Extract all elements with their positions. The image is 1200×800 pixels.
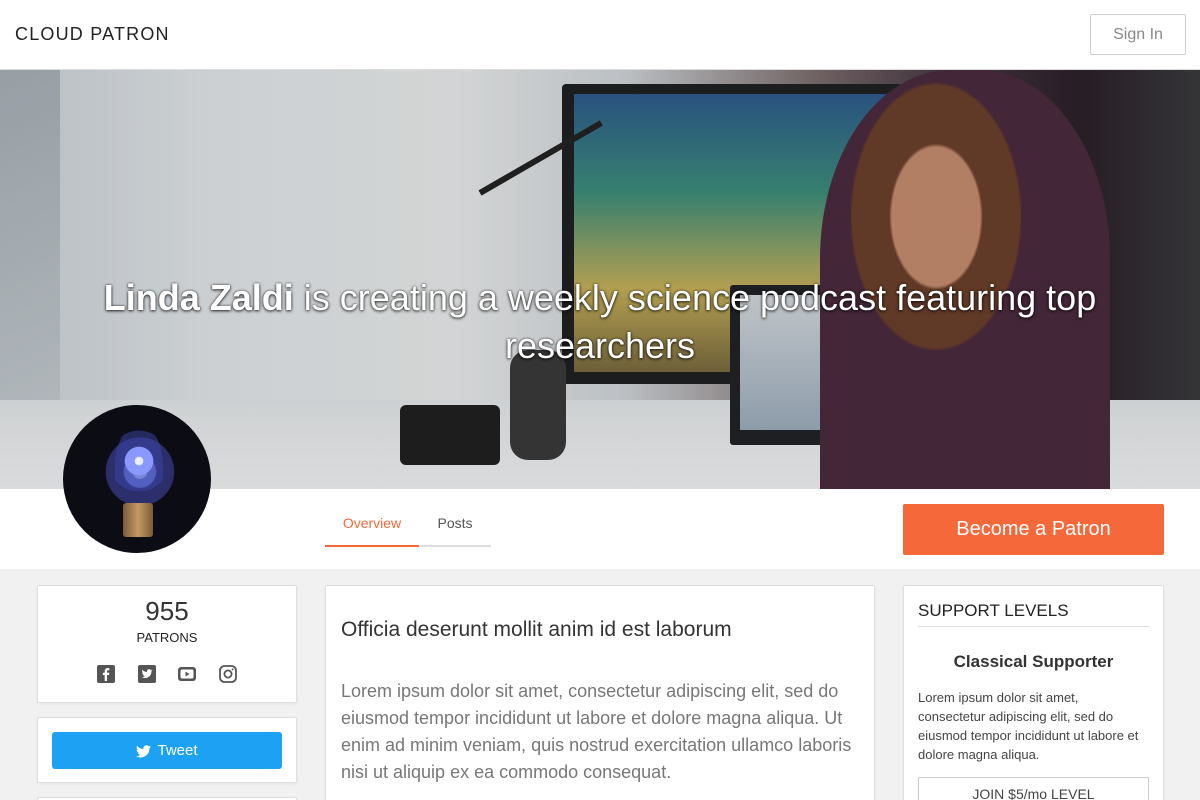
tweet-button[interactable]: Tweet bbox=[52, 732, 282, 769]
top-navbar: CLOUD PATRON Sign In bbox=[0, 0, 1200, 70]
youtube-icon[interactable] bbox=[177, 664, 197, 684]
tab-posts[interactable]: Posts bbox=[419, 500, 491, 547]
patrons-card: 955 PATRONS bbox=[37, 585, 297, 703]
hero-tagline: is creating a weekly science podcast fea… bbox=[293, 277, 1097, 366]
level-name: Classical Supporter bbox=[953, 652, 1114, 671]
level-description: Lorem ipsum dolor sit amet, consectetur … bbox=[918, 690, 1139, 762]
instagram-icon[interactable] bbox=[218, 664, 238, 684]
hero-title: Linda Zaldi is creating a weekly science… bbox=[100, 274, 1100, 370]
join-level-button[interactable]: JOIN $5/mo LEVEL bbox=[918, 777, 1149, 800]
twitter-bird-icon bbox=[136, 745, 152, 758]
avatar-bulb-graphic bbox=[115, 425, 163, 505]
profile-tabs: Overview Posts bbox=[325, 500, 491, 547]
post-body: Lorem ipsum dolor sit amet, consectetur … bbox=[341, 681, 852, 782]
social-links bbox=[38, 664, 296, 686]
support-levels-card: SUPPORT LEVELS Classical Supporter Lorem… bbox=[903, 585, 1164, 800]
post-title[interactable]: Officia deserunt mollit anim id est labo… bbox=[341, 618, 732, 642]
twitter-icon[interactable] bbox=[137, 664, 157, 684]
support-levels-heading: SUPPORT LEVELS bbox=[918, 601, 1149, 627]
tab-overview[interactable]: Overview bbox=[325, 500, 419, 547]
patron-label: PATRONS bbox=[136, 630, 198, 645]
creator-name: Linda Zaldi bbox=[103, 277, 294, 318]
share-card: Tweet bbox=[37, 717, 297, 783]
avatar-bulb-base bbox=[123, 503, 153, 537]
brand-logo[interactable]: CLOUD PATRON bbox=[15, 24, 170, 45]
patron-count: 955 bbox=[145, 596, 189, 626]
tweet-label: Tweet bbox=[157, 742, 198, 759]
facebook-icon[interactable] bbox=[96, 664, 116, 684]
creator-avatar bbox=[63, 405, 211, 553]
post-card: Officia deserunt mollit anim id est labo… bbox=[325, 585, 875, 800]
become-patron-button[interactable]: Become a Patron bbox=[903, 504, 1164, 555]
sign-in-button[interactable]: Sign In bbox=[1090, 14, 1186, 55]
